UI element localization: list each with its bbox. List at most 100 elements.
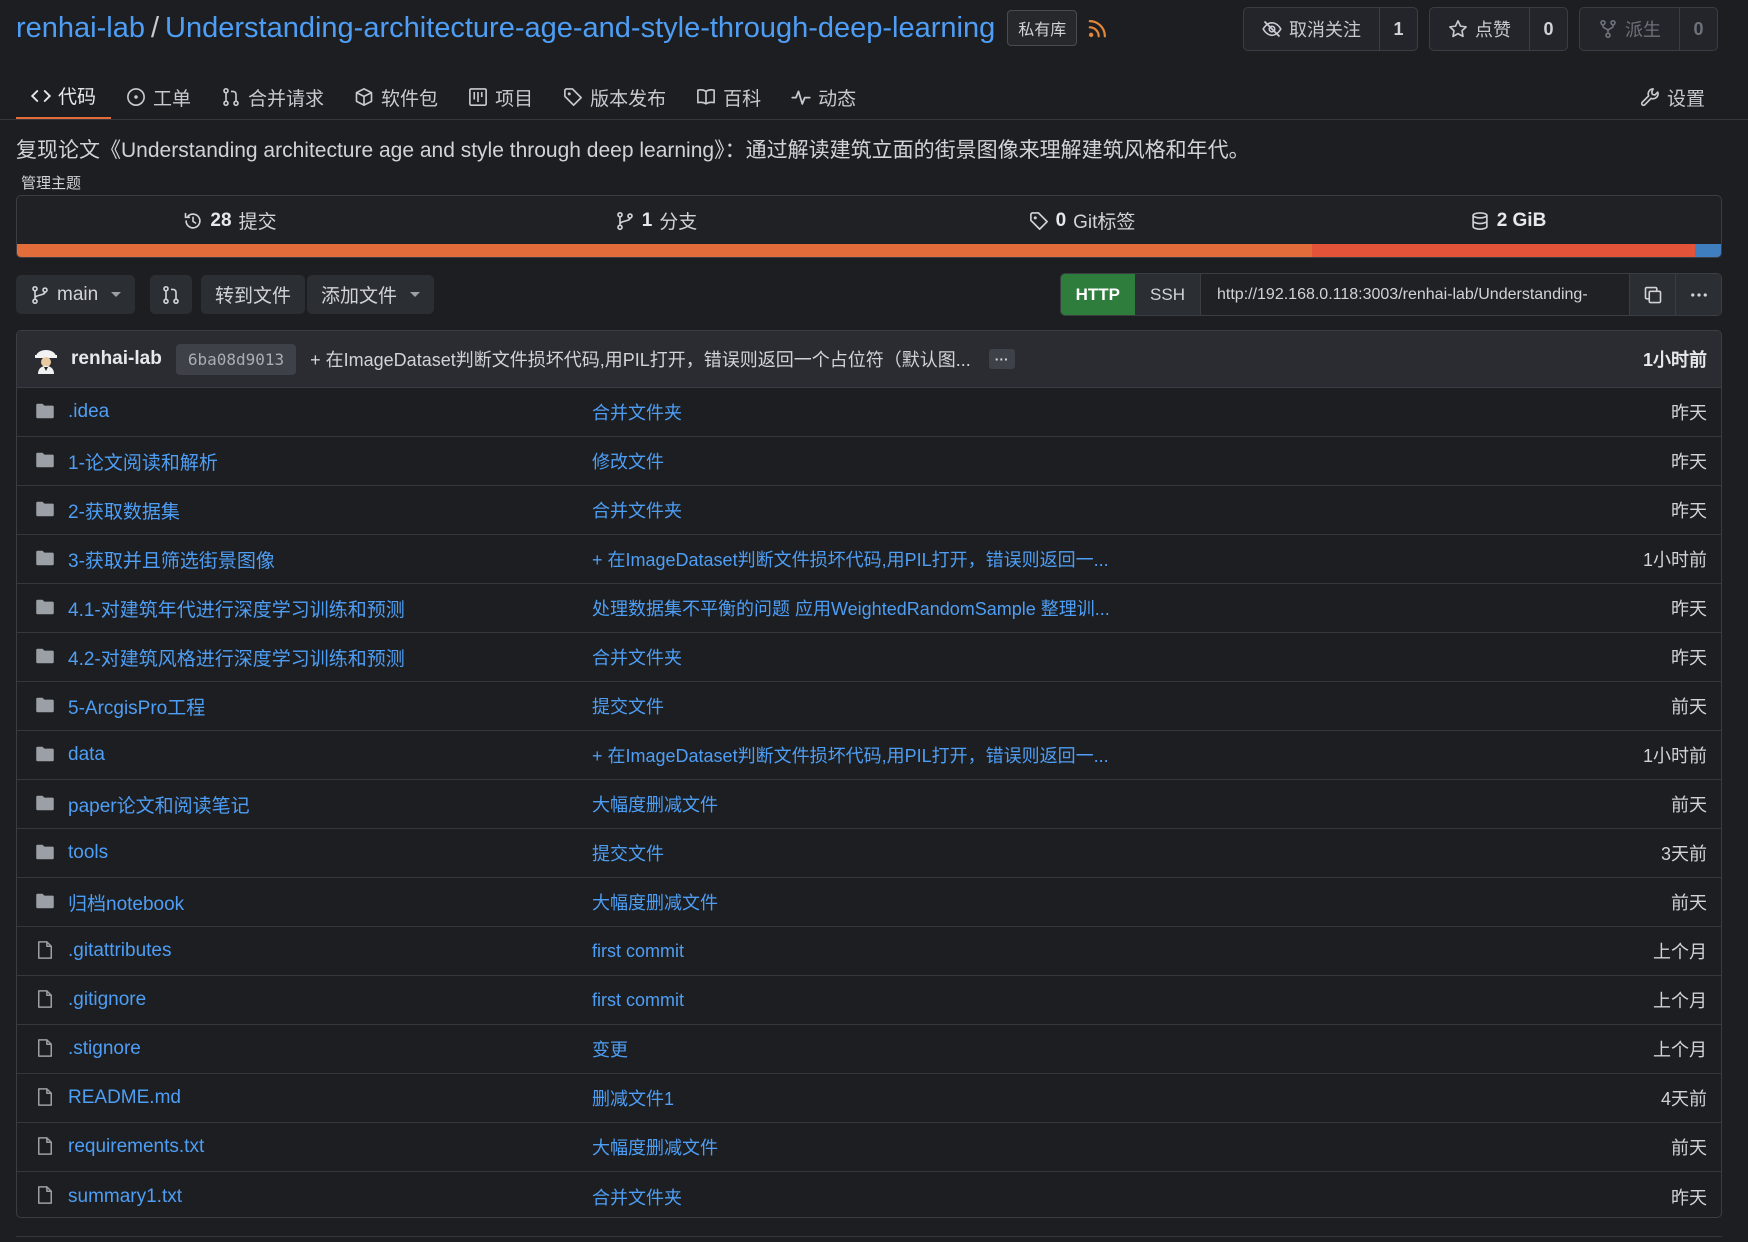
commits-stat[interactable]: 28 提交 — [17, 196, 443, 245]
file-name-link[interactable]: README.md — [68, 1087, 181, 1109]
commit-message[interactable]: + 在ImageDataset判断文件损坏代码,用PIL打开，错误则返回一个占位… — [310, 346, 971, 372]
tab-settings[interactable]: 设置 — [1625, 74, 1720, 120]
file-name-link[interactable]: .gitignore — [68, 989, 146, 1011]
tab-projects[interactable]: 项目 — [453, 74, 548, 120]
tab-wiki[interactable]: 百科 — [681, 74, 776, 120]
file-commit-message-link[interactable]: 合并文件夹 — [592, 644, 682, 670]
rss-icon[interactable] — [1087, 17, 1109, 39]
clone-url-input[interactable]: http://192.168.0.118:3003/renhai-lab/Und… — [1201, 274, 1629, 315]
file-commit-message-link[interactable]: 合并文件夹 — [592, 399, 682, 425]
watchers-count[interactable]: 1 — [1379, 8, 1417, 50]
commits-count: 28 — [210, 209, 232, 231]
file-commit-time: 昨天 — [1671, 599, 1707, 619]
repo-size: 2 GiB — [1496, 209, 1547, 231]
stars-count[interactable]: 0 — [1529, 8, 1567, 50]
file-commit-message-link[interactable]: 大幅度删减文件 — [592, 1134, 718, 1160]
branch-selector[interactable]: main — [16, 275, 136, 314]
file-commit-message-link[interactable]: 修改文件 — [592, 448, 664, 474]
file-name-link[interactable]: 1-论文阅读和解析 — [68, 448, 218, 475]
tab-releases[interactable]: 版本发布 — [548, 74, 681, 120]
chevron-down-icon — [410, 292, 421, 297]
file-name-link[interactable]: 4.2-对建筑风格进行深度学习训练和预测 — [68, 644, 405, 671]
add-file-button[interactable]: 添加文件 — [307, 275, 435, 314]
repo-tabs: 代码 工单 合并请求 软件包 项目 版本发布 百科 动态 设置 — [16, 74, 1748, 120]
file-name-link[interactable]: data — [68, 744, 105, 766]
tab-activity[interactable]: 动态 — [776, 74, 871, 120]
tab-code[interactable]: 代码 — [16, 74, 112, 120]
file-commit-message-link[interactable]: 变更 — [592, 1036, 628, 1062]
file-commit-time: 昨天 — [1671, 1187, 1707, 1208]
file-commit-time: 昨天 — [1671, 403, 1707, 423]
file-name-link[interactable]: paper论文和阅读笔记 — [68, 791, 250, 818]
language-bar-segment[interactable] — [1695, 244, 1721, 257]
ssh-clone-button[interactable]: SSH — [1135, 274, 1201, 315]
file-name-link[interactable]: 2-获取数据集 — [68, 497, 180, 524]
manage-topics-link[interactable]: 管理主题 — [21, 172, 81, 193]
file-commit-message-link[interactable]: first commit — [592, 941, 684, 962]
branches-count: 1 — [641, 209, 653, 231]
file-row: 4.2-对建筑风格进行深度学习训练和预测 合并文件夹 昨天 — [17, 633, 1721, 682]
more-options-button[interactable] — [1675, 274, 1721, 315]
file-name-link[interactable]: .stignore — [68, 1038, 141, 1060]
file-commit-message-link[interactable]: 删减文件1 — [592, 1085, 674, 1111]
language-bar-segment[interactable] — [1312, 244, 1696, 257]
file-name-link[interactable]: requirements.txt — [68, 1136, 204, 1158]
tags-stat[interactable]: 0 Git标签 — [869, 196, 1295, 245]
branches-stat[interactable]: 1 分支 — [443, 196, 869, 245]
file-name-link[interactable]: 3-获取并且筛选街景图像 — [68, 546, 275, 573]
file-row: .gitignore first commit 上个月 — [17, 976, 1721, 1025]
commit-sha[interactable]: 6ba08d9013 — [175, 343, 297, 375]
commit-expand-button[interactable]: ··· — [988, 349, 1015, 369]
forks-count[interactable]: 0 — [1679, 8, 1717, 50]
file-commit-message-link[interactable]: 合并文件夹 — [592, 497, 682, 523]
file-commit-message-link[interactable]: 提交文件 — [592, 840, 664, 866]
file-name-link[interactable]: 5-ArcgisPro工程 — [68, 693, 205, 720]
file-name-link[interactable]: .gitattributes — [68, 940, 172, 962]
file-commit-message-link[interactable]: 合并文件夹 — [592, 1184, 682, 1210]
file-commit-message-link[interactable]: 处理数据集不平衡的问题 应用WeightedRandomSample 整理训..… — [592, 595, 1110, 621]
commit-author[interactable]: renhai-lab — [71, 348, 162, 370]
fork-button[interactable]: 派生 0 — [1579, 7, 1718, 51]
eye-off-icon — [1262, 19, 1282, 39]
file-commit-message-link[interactable]: 大幅度删减文件 — [592, 889, 718, 915]
file-commit-message-link[interactable]: 大幅度删减文件 — [592, 791, 718, 817]
repo-name-link[interactable]: Understanding-architecture-age-and-style… — [165, 12, 995, 45]
issue-icon — [126, 87, 146, 107]
page-bottom-divider — [16, 1236, 1722, 1237]
goto-file-button[interactable]: 转到文件 — [201, 275, 306, 314]
compare-button[interactable] — [150, 275, 192, 314]
size-stat: 2 GiB — [1295, 196, 1721, 245]
http-clone-button[interactable]: HTTP — [1060, 274, 1136, 315]
file-commit-message-link[interactable]: + 在ImageDataset判断文件损坏代码,用PIL打开，错误则返回一... — [592, 742, 1109, 768]
file-name-link[interactable]: 4.1-对建筑年代进行深度学习训练和预测 — [68, 595, 405, 622]
file-name-link[interactable]: 归档notebook — [68, 889, 184, 916]
avatar[interactable] — [31, 344, 61, 374]
tab-pull-requests-label: 合并请求 — [248, 88, 325, 110]
file-name-link[interactable]: summary1.txt — [68, 1186, 182, 1208]
tab-pull-requests[interactable]: 合并请求 — [206, 74, 339, 120]
add-file-label: 添加文件 — [321, 286, 398, 307]
file-row: 4.1-对建筑年代进行深度学习训练和预测 处理数据集不平衡的问题 应用Weight… — [17, 584, 1721, 633]
tab-code-label: 代码 — [58, 87, 97, 108]
branch-icon — [30, 285, 50, 305]
file-name-link[interactable]: tools — [68, 842, 108, 864]
tab-issues[interactable]: 工单 — [111, 74, 206, 120]
folder-icon — [35, 401, 55, 421]
file-name-link[interactable]: .idea — [68, 401, 109, 423]
unwatch-button[interactable]: 取消关注 1 — [1243, 7, 1418, 51]
repo-title: renhai-lab / Understanding-architecture-… — [16, 10, 1109, 46]
tag-icon — [563, 87, 583, 107]
file-commit-message-link[interactable]: first commit — [592, 990, 684, 1011]
repo-owner-link[interactable]: renhai-lab — [16, 12, 145, 45]
file-row: summary1.txt 合并文件夹 昨天 — [17, 1172, 1721, 1217]
file-commit-message-link[interactable]: 提交文件 — [592, 693, 664, 719]
tab-packages[interactable]: 软件包 — [339, 74, 453, 120]
copy-url-button[interactable] — [1629, 274, 1675, 315]
file-commit-message-link[interactable]: + 在ImageDataset判断文件损坏代码,用PIL打开，错误则返回一... — [592, 546, 1109, 572]
language-bar-segment[interactable] — [17, 244, 1313, 257]
tab-wiki-label: 百科 — [723, 88, 762, 110]
tags-count: 0 — [1055, 209, 1067, 231]
star-button[interactable]: 点赞 0 — [1429, 7, 1568, 51]
language-bar[interactable] — [17, 244, 1721, 257]
book-icon — [696, 87, 716, 107]
